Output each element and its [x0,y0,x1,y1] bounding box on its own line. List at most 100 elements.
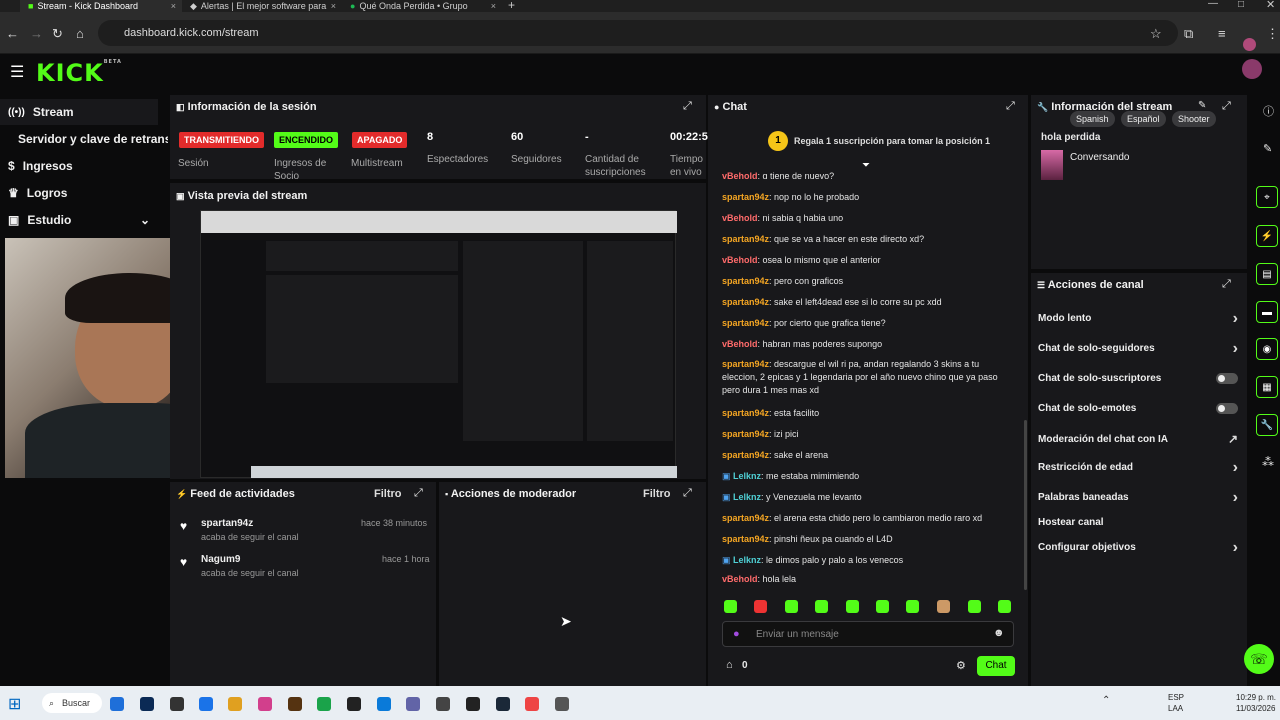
browser-tab-spotify[interactable]: ● Qué Onda Perdida • Grupo × [342,0,502,12]
taskbar-app-icon[interactable] [140,697,154,711]
chat-username[interactable]: Lelknz [733,471,761,481]
emote-icon[interactable] [754,600,767,613]
emote-icon[interactable] [998,600,1011,613]
chat-username[interactable]: Lelknz [733,555,761,565]
emoji-icon[interactable]: ☻ [993,627,1005,639]
emote-icon[interactable] [724,600,737,613]
emote-icon[interactable] [815,600,828,613]
sidebar-item-server-key[interactable]: Servidor y clave de retransmisión [0,126,168,152]
feed-user[interactable]: Nagum9 [201,554,240,565]
taskbar-app-icon[interactable] [228,697,242,711]
info-circle-icon[interactable]: ⓘ [1263,103,1274,119]
channel-action-item[interactable]: Chat de solo-emotes [1038,403,1238,414]
rail-chat-icon[interactable]: ▬ [1256,301,1278,323]
channel-action-item[interactable]: Chat de solo-suscriptores [1038,373,1238,384]
activity-filter-button[interactable]: Filtro [374,488,402,500]
expand-icon[interactable]: ⤢ [683,487,692,500]
expand-icon[interactable]: ⤢ [1006,100,1015,113]
chat-input[interactable]: ● Enviar un mensaje ☻ [722,621,1014,647]
browser-tab-kick[interactable]: ■ Stream - Kick Dashboard × [20,0,182,12]
input-language[interactable]: ESP [1168,693,1184,702]
store-icon[interactable]: ⌂ [726,659,733,671]
chat-username[interactable]: vBehold [722,574,758,584]
chat-username[interactable]: spartan94z [722,318,769,328]
windows-start-icon[interactable]: ⊞ [8,694,21,714]
emote-icon[interactable] [876,600,889,613]
stream-preview-video[interactable] [200,210,677,478]
close-tab-icon[interactable]: × [171,1,176,11]
sidebar-item-stream[interactable]: ((•)) Stream [0,99,158,125]
taskbar-app-icon[interactable] [199,697,213,711]
edit-pencil-icon[interactable]: ✎ [1198,100,1206,111]
taskbar-app-icon[interactable] [436,697,450,711]
bookmark-star-icon[interactable]: ☆ [1150,26,1162,42]
kick-logo[interactable]: KICKBETA [36,59,122,87]
taskbar-app-icon[interactable] [288,697,302,711]
chat-settings-gear-icon[interactable]: ⚙ [956,659,966,672]
close-tab-icon[interactable]: × [331,1,336,11]
expand-icon[interactable]: ⤢ [414,487,423,500]
edit-pencil-icon[interactable]: ✎ [1263,142,1272,155]
emote-icon[interactable] [906,600,919,613]
rail-target-icon[interactable]: ⌖ [1256,186,1278,208]
home-icon[interactable]: ⌂ [76,26,84,41]
chat-username[interactable]: spartan94z [722,276,769,286]
chat-username[interactable]: spartan94z [722,359,769,369]
chat-username[interactable]: vBehold [722,255,758,265]
emote-icon[interactable] [937,600,950,613]
browser-tab-alertas[interactable]: ◆ Alertas | El mejor software para × [182,0,342,12]
url-input[interactable]: dashboard.kick.com/stream [98,20,1178,46]
chat-username[interactable]: vBehold [722,339,758,349]
taskbar-app-icon[interactable] [258,697,272,711]
reload-icon[interactable]: ↻ [52,26,63,42]
taskbar-app-icon[interactable] [377,697,391,711]
channel-action-item[interactable]: Chat de solo-seguidores › [1038,340,1238,356]
back-icon[interactable]: ← [6,26,19,41]
chat-username[interactable]: Lelknz [733,492,761,502]
chat-username[interactable]: spartan94z [722,192,769,202]
chat-username[interactable]: spartan94z [722,234,769,244]
chat-scrollbar[interactable] [1024,420,1027,590]
channel-action-item[interactable]: Palabras baneadas › [1038,489,1238,505]
taskbar-app-icon[interactable] [170,697,184,711]
channel-action-item[interactable]: Configurar objetivos › [1038,539,1238,555]
minimize-icon[interactable]: — [1208,0,1218,9]
send-chat-button[interactable]: Chat [977,656,1015,676]
reading-list-icon[interactable]: ≡ [1218,26,1226,41]
hamburger-menu-icon[interactable]: ☰ [10,62,24,82]
rail-wrench-icon[interactable]: 🔧 [1256,414,1278,436]
emote-icon[interactable] [846,600,859,613]
gift-sub-banner[interactable]: Regala 1 suscripción para tomar la posic… [794,136,990,146]
taskbar-app-icon[interactable] [525,697,539,711]
chat-username[interactable]: spartan94z [722,450,769,460]
forward-icon[interactable]: → [30,26,43,41]
close-tab-icon[interactable]: × [491,1,496,11]
sidebar-item-logros[interactable]: ♛ Logros [0,180,158,206]
extensions-icon[interactable]: ⧉ [1184,26,1193,42]
expand-icon[interactable]: ⤢ [1222,100,1231,113]
new-tab-icon[interactable]: + [508,0,515,12]
taskbar-app-icon[interactable] [466,697,480,711]
channel-action-item[interactable]: Modo lento › [1038,310,1238,326]
channel-action-item[interactable]: Moderación del chat con IA ↗ [1038,432,1238,446]
taskbar-app-icon[interactable] [496,697,510,711]
clock-time[interactable]: 10:29 p. m. [1236,693,1276,702]
toggle-switch[interactable] [1216,403,1238,414]
chat-username[interactable]: spartan94z [722,297,769,307]
chat-username[interactable]: spartan94z [722,429,769,439]
taskbar-app-icon[interactable] [347,697,361,711]
rail-apps-icon[interactable]: ⁂ [1262,455,1274,469]
toggle-switch[interactable] [1216,373,1238,384]
rail-document-icon[interactable]: ▤ [1256,263,1278,285]
chat-username[interactable]: vBehold [722,171,758,179]
taskbar-app-icon[interactable] [555,697,569,711]
emote-icon[interactable] [968,600,981,613]
rail-lightning-icon[interactable]: ⚡ [1256,225,1278,247]
feed-user[interactable]: spartan94z [201,518,253,529]
chat-username[interactable]: vBehold [722,213,758,223]
browser-menu-icon[interactable]: ⋮ [1266,26,1279,42]
expand-icon[interactable]: ⤢ [1222,278,1231,291]
moderator-filter-button[interactable]: Filtro [643,488,671,500]
chat-username[interactable]: spartan94z [722,534,769,544]
taskbar-app-icon[interactable] [317,697,331,711]
